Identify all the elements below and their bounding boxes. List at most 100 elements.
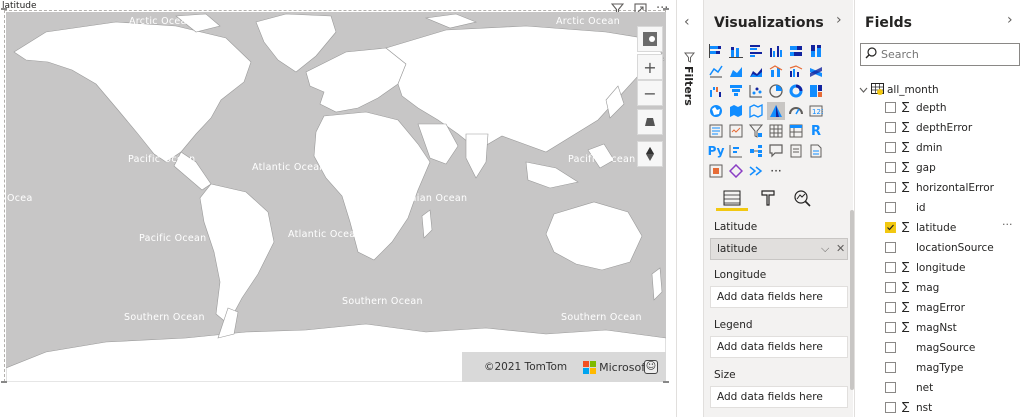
key-influencers-icon[interactable] bbox=[727, 142, 745, 160]
field-checkbox[interactable] bbox=[885, 182, 896, 193]
well-dropdown-chevron-icon[interactable]: ⌵ bbox=[821, 242, 829, 256]
field-row-magSource[interactable]: magSource bbox=[855, 338, 1024, 358]
field-row-id[interactable]: id bbox=[855, 198, 1024, 218]
power-automate-icon[interactable] bbox=[727, 162, 745, 180]
waterfall-icon[interactable] bbox=[707, 82, 725, 100]
search-input[interactable] bbox=[881, 48, 1011, 61]
size-well[interactable]: Add data fields here bbox=[710, 386, 848, 408]
decomposition-tree-icon[interactable] bbox=[747, 142, 765, 160]
filled-map-icon[interactable] bbox=[727, 102, 745, 120]
legend-well[interactable]: Add data fields here bbox=[710, 336, 848, 358]
table-icon[interactable] bbox=[767, 122, 785, 140]
resize-handle-br[interactable] bbox=[663, 381, 669, 383]
donut-icon[interactable] bbox=[787, 82, 805, 100]
arcgis-icon[interactable] bbox=[747, 162, 765, 180]
stacked-area-icon[interactable] bbox=[747, 62, 765, 80]
field-row-depth[interactable]: ∑ depth bbox=[855, 98, 1024, 118]
paginated-report-icon[interactable] bbox=[807, 142, 825, 160]
100-stacked-bar-icon[interactable] bbox=[787, 42, 805, 60]
field-checkbox[interactable] bbox=[885, 142, 896, 153]
field-row-horizontalError[interactable]: ∑ horizontalError bbox=[855, 178, 1024, 198]
collapse-visualizations-chevron-icon[interactable]: › bbox=[836, 12, 842, 28]
field-row-longitude[interactable]: ∑ longitude bbox=[855, 258, 1024, 278]
card-icon[interactable]: 123 bbox=[807, 102, 825, 120]
slicer-icon[interactable] bbox=[747, 122, 765, 140]
field-row-magNst[interactable]: ∑ magNst bbox=[855, 318, 1024, 338]
field-checkbox[interactable] bbox=[885, 262, 896, 273]
r-visual-icon[interactable]: R bbox=[807, 122, 825, 140]
feedback-smiley-icon[interactable]: ☺ bbox=[644, 360, 658, 374]
field-checkbox-checked[interactable] bbox=[885, 222, 896, 233]
zoom-out-icon[interactable]: − bbox=[637, 80, 663, 106]
shape-map-icon[interactable] bbox=[747, 102, 765, 120]
clustered-bar-icon[interactable] bbox=[747, 42, 765, 60]
map-visual[interactable]: latitude ··· Arctic Ocean Arctic Ocean P… bbox=[0, 0, 670, 385]
more-visuals-icon[interactable]: ··· bbox=[767, 162, 785, 180]
multi-row-card-icon[interactable] bbox=[707, 122, 725, 140]
resize-handle-bl[interactable] bbox=[1, 381, 7, 383]
field-checkbox[interactable] bbox=[885, 382, 896, 393]
field-checkbox[interactable] bbox=[885, 242, 896, 253]
field-row-latitude[interactable]: ∑ latitude ··· bbox=[855, 218, 1024, 238]
line-clustered-column-icon[interactable] bbox=[787, 62, 805, 80]
smart-narrative-icon[interactable] bbox=[787, 142, 805, 160]
filters-label[interactable]: Filters bbox=[682, 66, 695, 106]
field-checkbox[interactable] bbox=[885, 362, 896, 373]
field-row-net[interactable]: net bbox=[855, 378, 1024, 398]
field-checkbox[interactable] bbox=[885, 322, 896, 333]
ribbon-chart-icon[interactable] bbox=[807, 62, 825, 80]
clustered-column-icon[interactable] bbox=[767, 42, 785, 60]
resize-handle-tr[interactable] bbox=[663, 8, 669, 10]
well-remove-icon[interactable]: ✕ bbox=[836, 242, 845, 255]
stacked-bar-icon[interactable] bbox=[707, 42, 725, 60]
line-chart-icon[interactable] bbox=[707, 62, 725, 80]
field-row-mag[interactable]: ∑ mag bbox=[855, 278, 1024, 298]
analytics-tab-icon[interactable] bbox=[788, 186, 816, 210]
expand-table-chevron-icon[interactable] bbox=[859, 85, 868, 96]
field-checkbox[interactable] bbox=[885, 122, 896, 133]
scatter-icon[interactable] bbox=[747, 82, 765, 100]
field-row-dmin[interactable]: ∑ dmin bbox=[855, 138, 1024, 158]
field-checkbox[interactable] bbox=[885, 282, 896, 293]
format-tab-icon[interactable] bbox=[754, 186, 782, 210]
expand-filters-chevron-icon[interactable]: ‹ bbox=[684, 14, 690, 30]
field-checkbox[interactable] bbox=[885, 162, 896, 173]
longitude-well[interactable]: Add data fields here bbox=[710, 286, 848, 308]
gauge-icon[interactable] bbox=[787, 102, 805, 120]
table-all-month[interactable]: all_month bbox=[859, 82, 939, 98]
line-stacked-column-icon[interactable] bbox=[767, 62, 785, 80]
field-row-gap[interactable]: ∑ gap bbox=[855, 158, 1024, 178]
tilt-icon[interactable] bbox=[637, 109, 663, 135]
kpi-icon[interactable] bbox=[727, 122, 745, 140]
field-row-nst[interactable]: ∑ nst bbox=[855, 398, 1024, 418]
field-checkbox[interactable] bbox=[885, 102, 896, 113]
azure-map-icon[interactable] bbox=[767, 102, 785, 120]
map-canvas[interactable]: Arctic Ocean Arctic Ocean Pacific Ocean … bbox=[6, 12, 666, 382]
field-row-magError[interactable]: ∑ magError bbox=[855, 298, 1024, 318]
fields-tab-icon[interactable] bbox=[718, 186, 746, 210]
stacked-column-icon[interactable] bbox=[727, 42, 745, 60]
area-chart-icon[interactable] bbox=[727, 62, 745, 80]
compass-icon[interactable] bbox=[637, 26, 663, 52]
field-checkbox[interactable] bbox=[885, 302, 896, 313]
field-row-locationSource[interactable]: locationSource bbox=[855, 238, 1024, 258]
map-icon[interactable] bbox=[707, 102, 725, 120]
field-checkbox[interactable] bbox=[885, 402, 896, 413]
matrix-icon[interactable] bbox=[787, 122, 805, 140]
field-checkbox[interactable] bbox=[885, 202, 896, 213]
collapse-fields-chevron-icon[interactable]: › bbox=[1007, 12, 1013, 28]
100-stacked-column-icon[interactable] bbox=[807, 42, 825, 60]
field-checkbox[interactable] bbox=[885, 342, 896, 353]
qa-icon[interactable] bbox=[767, 142, 785, 160]
treemap-icon[interactable] bbox=[807, 82, 825, 100]
field-row-magType[interactable]: magType bbox=[855, 358, 1024, 378]
rotate-icon[interactable] bbox=[637, 141, 663, 167]
zoom-in-icon[interactable]: + bbox=[637, 54, 663, 80]
fields-search-box[interactable] bbox=[860, 43, 1020, 66]
field-more-options-icon[interactable]: ··· bbox=[1002, 218, 1013, 231]
resize-handle-tl[interactable] bbox=[1, 8, 7, 10]
python-visual-icon[interactable]: Py bbox=[707, 142, 725, 160]
pie-icon[interactable] bbox=[767, 82, 785, 100]
filters-pane-collapsed[interactable]: ‹ Filters bbox=[676, 0, 702, 417]
funnel-icon[interactable] bbox=[727, 82, 745, 100]
